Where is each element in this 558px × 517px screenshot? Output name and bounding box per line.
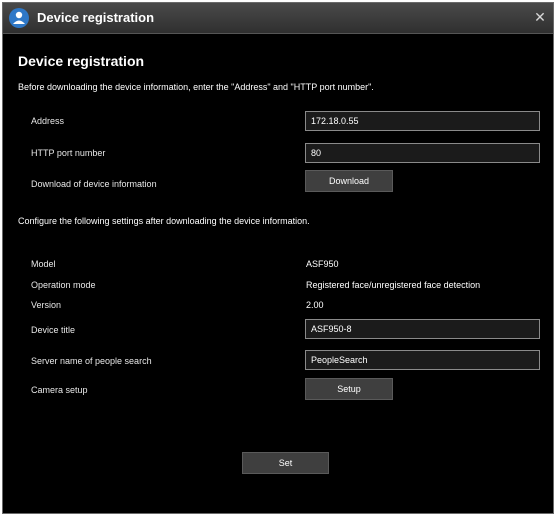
set-button[interactable]: Set	[242, 452, 329, 474]
download-button[interactable]: Download	[305, 170, 393, 192]
download-label: Download of device information	[31, 179, 157, 189]
model-value: ASF950	[306, 259, 339, 269]
address-label: Address	[31, 116, 65, 126]
setup-button[interactable]: Setup	[305, 378, 393, 400]
model-label: Model	[31, 259, 56, 269]
page-title: Device registration	[18, 53, 145, 69]
device-title-label: Device title	[31, 325, 76, 335]
port-field[interactable]	[305, 143, 540, 163]
version-label: Version	[31, 300, 62, 310]
app-icon	[8, 7, 30, 29]
operation-mode-value: Registered face/unregistered face detect…	[306, 280, 481, 290]
title-bar: Device registration ✕	[3, 3, 553, 34]
port-label: HTTP port number	[31, 148, 106, 158]
window-title: Device registration	[37, 10, 155, 25]
operation-mode-label: Operation mode	[31, 280, 96, 290]
close-icon[interactable]: ✕	[533, 8, 547, 26]
download-instructions: Before downloading the device informatio…	[18, 82, 374, 92]
address-field[interactable]	[305, 111, 540, 131]
server-name-field[interactable]	[305, 350, 540, 370]
camera-setup-label: Camera setup	[31, 385, 88, 395]
server-name-label: Server name of people search	[31, 356, 152, 366]
device-registration-dialog: Device registration ✕ Device registratio…	[2, 2, 554, 514]
settings-instructions: Configure the following settings after d…	[18, 216, 310, 226]
device-title-field[interactable]	[305, 319, 540, 339]
version-value: 2.00	[306, 300, 324, 310]
